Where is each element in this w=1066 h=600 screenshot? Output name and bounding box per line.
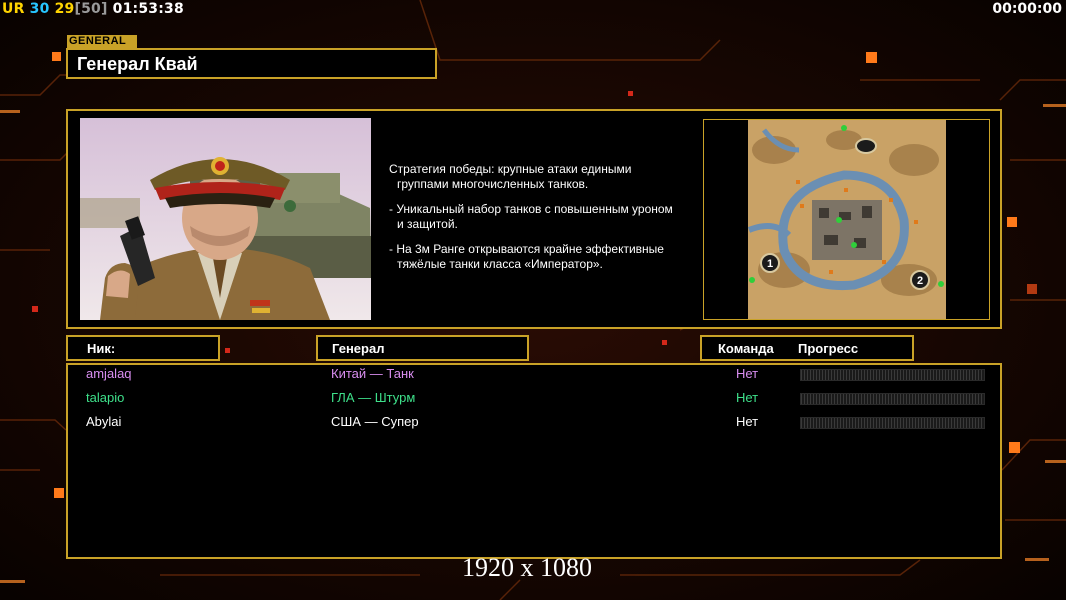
desc-line-3: - На 3м Ранге открываются крайне эффекти… [389,242,664,256]
map-preview: 1 2 [703,119,990,320]
general-tag: GENERAL [67,35,137,48]
desc-line-1: Стратегия победы: крупные атаки едиными [389,162,632,176]
map-terrain: 1 2 [747,120,946,319]
hud-clock: 01:53:38 [112,1,184,17]
player-row[interactable]: amjalaq Китай — Танк Нет [86,366,986,388]
resolution-label: 1920 x 1080 [462,553,592,582]
player-row[interactable]: talapio ГЛА — Штурм Нет [86,390,986,412]
general-header-label: Генерал [332,341,385,356]
nick-header-label: Ник: [87,341,116,356]
general-portrait [80,118,371,320]
progress-header-label: Прогресс [798,341,859,356]
player-team: Нет [736,366,759,381]
desc-line-1b: группами многочисленных танков. [397,177,589,191]
player-progress-bar [800,393,985,405]
general-description: Стратегия победы: крупные атаки едиными г… [389,162,699,282]
hud-tag: UR [2,1,25,17]
spawn-2-label: 2 [917,275,923,287]
player-row[interactable]: Abylai США — Супер Нет [86,414,986,436]
team-progress-header: Команда Прогресс [700,335,914,361]
hud-players: 30 [29,1,50,17]
team-header-label: Команда [718,341,774,356]
player-progress-bar [800,417,985,429]
nick-header: Ник: [66,335,220,361]
hud-timer: 00:00:00 [992,1,1062,17]
hud-fps: 29 [54,1,75,17]
general-title-panel: Генерал Квай [66,48,437,79]
hud-stats: UR 30 29[50] 01:53:38 [2,1,184,17]
player-team: Нет [736,414,759,429]
desc-line-2b: и защитой. [397,217,458,231]
player-nick: amjalaq [86,366,132,381]
player-nick: Abylai [86,414,122,429]
desc-line-2: - Уникальный набор танков с повышенным у… [389,202,673,216]
general-header: Генерал [316,335,529,361]
general-name: Генерал Квай [77,54,198,74]
spawn-1-label: 1 [767,258,773,270]
player-general: США — Супер [331,414,419,429]
player-progress-bar [800,369,985,381]
player-general: ГЛА — Штурм [331,390,416,405]
player-general: Китай — Танк [331,366,414,381]
desc-line-3b: тяжёлые танки класса «Император». [397,257,603,271]
player-team: Нет [736,390,759,405]
player-nick: talapio [86,390,125,405]
hud-fps-limit: [50] [74,1,108,17]
